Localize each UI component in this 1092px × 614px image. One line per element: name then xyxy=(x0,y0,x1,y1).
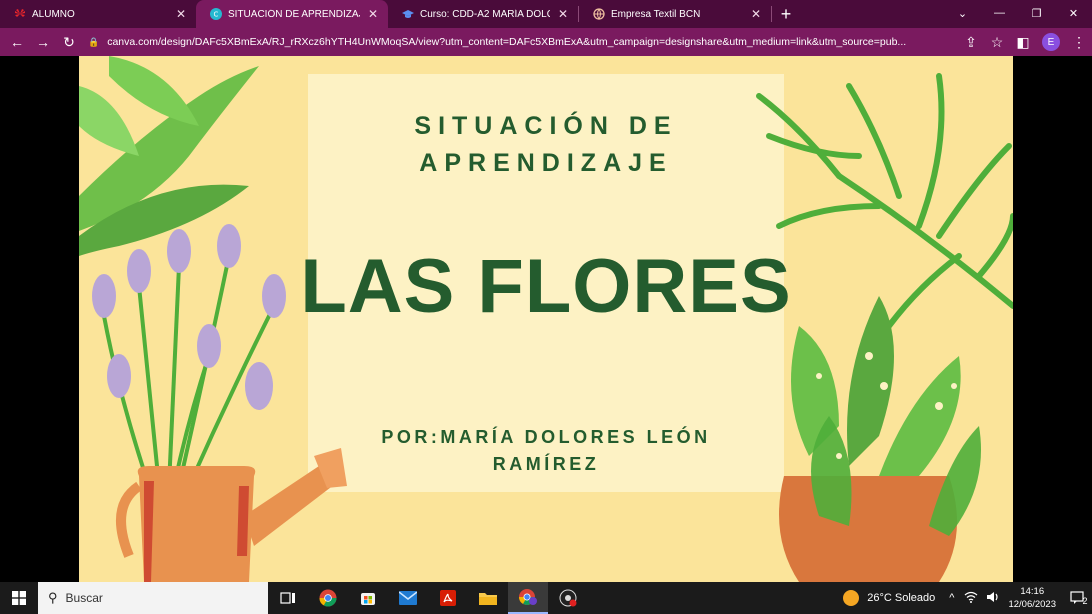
svg-text:C: C xyxy=(214,11,219,19)
profile-avatar[interactable]: E xyxy=(1042,33,1060,51)
close-icon[interactable]: ✕ xyxy=(174,7,188,21)
system-tray: 26°C Soleado ^ 14:16 12/06/2023 2 xyxy=(843,582,1092,614)
close-icon[interactable]: ✕ xyxy=(556,7,570,21)
tab-label: ALUMNO xyxy=(32,8,75,20)
search-placeholder: Buscar xyxy=(65,591,103,605)
tab-empresa-textil[interactable]: Empresa Textil BCN ✕ xyxy=(579,0,771,28)
graduation-cap-icon xyxy=(402,8,414,20)
slide-author-line1: POR:MARÍA DOLORES LEÓN xyxy=(381,427,711,447)
slide-author: POR:MARÍA DOLORES LEÓN RAMÍREZ xyxy=(308,424,784,478)
globe-icon xyxy=(593,8,605,20)
slide-heading-line1: SITUACIÓN DE xyxy=(414,112,678,140)
window-controls: ⌄ — ❐ ✕ xyxy=(944,0,1092,28)
weather-text: 26°C Soleado xyxy=(867,592,936,604)
store-icon[interactable] xyxy=(348,582,388,614)
tab-label: Empresa Textil BCN xyxy=(611,8,701,20)
huawei-icon xyxy=(14,8,26,20)
url-text: canva.com/design/DAFc5XBmExA/RJ_rRXcz6hY… xyxy=(107,36,907,48)
new-tab-button[interactable]: + xyxy=(772,0,800,28)
close-window-button[interactable]: ✕ xyxy=(1055,0,1092,26)
volume-icon[interactable] xyxy=(986,591,1000,606)
notifications-button[interactable]: 2 xyxy=(1066,582,1092,614)
side-panel-icon[interactable]: ◧ xyxy=(1010,29,1036,55)
screen: ALUMNO ✕ C SITUACIÓN DE APRENDIZAJE ✕ Cu… xyxy=(0,0,1092,614)
taskbar-search[interactable]: ⚲ Buscar xyxy=(38,582,268,614)
weather-widget[interactable]: 26°C Soleado xyxy=(843,590,935,606)
task-view-icon[interactable] xyxy=(268,582,308,614)
search-icon: ⚲ xyxy=(48,590,58,605)
clock-date: 12/06/2023 xyxy=(1008,599,1056,610)
tab-label: SITUACIÓN DE APRENDIZAJE xyxy=(228,8,360,20)
canva-icon: C xyxy=(210,8,222,20)
page-content: SITUACIÓN DE APRENDIZAJE LAS FLORES POR:… xyxy=(0,56,1092,582)
chevron-up-icon[interactable]: ^ xyxy=(949,592,954,604)
windows-logo-icon xyxy=(12,591,26,605)
browser-toolbar: ← → ↻ 🔒 canva.com/design/DAFc5XBmExA/RJ_… xyxy=(0,28,1092,56)
minimize-button[interactable]: — xyxy=(981,0,1018,26)
slide-author-line2: RAMÍREZ xyxy=(492,454,600,474)
obs-recorder-icon[interactable] xyxy=(548,582,588,614)
slide-heading-line2: APRENDIZAJE xyxy=(419,149,673,177)
back-button[interactable]: ← xyxy=(4,29,30,55)
tab-alumno[interactable]: ALUMNO ✕ xyxy=(0,0,196,28)
tab-search-chevron-icon[interactable]: ⌄ xyxy=(944,0,981,26)
wifi-icon[interactable] xyxy=(964,591,978,606)
browser-tab-strip: ALUMNO ✕ C SITUACIÓN DE APRENDIZAJE ✕ Cu… xyxy=(0,0,1092,28)
file-explorer-icon[interactable] xyxy=(468,582,508,614)
chrome-icon[interactable] xyxy=(308,582,348,614)
clock[interactable]: 14:16 12/06/2023 xyxy=(1008,585,1056,611)
mail-icon[interactable] xyxy=(388,582,428,614)
acrobat-icon[interactable] xyxy=(428,582,468,614)
presentation-slide: SITUACIÓN DE APRENDIZAJE LAS FLORES POR:… xyxy=(79,56,1013,582)
close-icon[interactable]: ✕ xyxy=(366,7,380,21)
lavender-blooms xyxy=(92,224,286,410)
slide-title: LAS FLORES xyxy=(300,244,792,329)
share-icon[interactable]: ⇪ xyxy=(958,29,984,55)
forward-button[interactable]: → xyxy=(30,29,56,55)
chrome-profile-icon[interactable] xyxy=(508,582,548,614)
close-icon[interactable]: ✕ xyxy=(749,7,763,21)
potted-plant xyxy=(779,296,981,582)
start-button[interactable] xyxy=(0,582,38,614)
menu-kebab-icon[interactable]: ⋮ xyxy=(1066,29,1092,55)
reload-button[interactable]: ↻ xyxy=(56,29,82,55)
sun-icon xyxy=(843,590,860,606)
notification-count: 2 xyxy=(1082,596,1088,606)
tab-label: Curso: CDD-A2 MARÍA DOLORES xyxy=(420,8,550,20)
clock-time: 14:16 xyxy=(1020,586,1045,597)
tab-curso[interactable]: Curso: CDD-A2 MARÍA DOLORES ✕ xyxy=(388,0,578,28)
address-bar[interactable]: 🔒 canva.com/design/DAFc5XBmExA/RJ_rRXcz6… xyxy=(82,31,958,53)
lock-icon: 🔒 xyxy=(88,36,100,47)
maximize-button[interactable]: ❐ xyxy=(1018,0,1055,26)
slide-heading: SITUACIÓN DE APRENDIZAJE xyxy=(308,108,784,182)
bookmark-star-icon[interactable]: ☆ xyxy=(984,29,1010,55)
tab-situacion-de-aprendizaje[interactable]: C SITUACIÓN DE APRENDIZAJE ✕ xyxy=(196,0,388,28)
windows-taskbar: ⚲ Buscar 26°C Soleado ^ 14:16 12/06/2023… xyxy=(0,582,1092,614)
